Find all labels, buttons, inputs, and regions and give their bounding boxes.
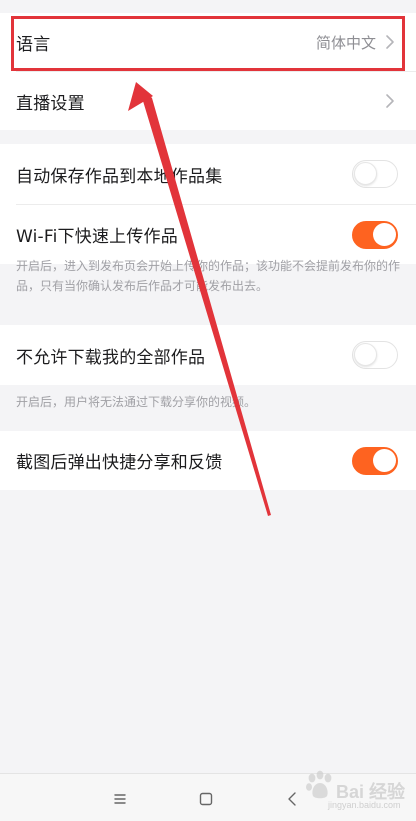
toggle-knob [354,343,377,366]
screenshot-share-row: 截图后弹出快捷分享和反馈 [0,431,416,490]
wifi-upload-hint: 开启后，进入到发布页会开始上传你的作品；该功能不会提前发布你的作品，只有当你确认… [16,259,401,293]
wifi-upload-label: Wi-Fi下快速上传作品 [16,227,178,247]
language-value: 简体中文 [315,33,376,52]
general-settings-group: 语言 简体中文 直播设置 [0,13,416,130]
screenshot-share-label: 截图后弹出快捷分享和反馈 [16,453,223,473]
autosave-toggle[interactable] [352,160,398,188]
autosave-row: 自动保存作品到本地作品集 [0,144,416,204]
chevron-right-icon [382,32,398,52]
autosave-label: 自动保存作品到本地作品集 [16,166,223,187]
chevron-right-icon [382,91,398,111]
screenshot-settings-group: 截图后弹出快捷分享和反馈 [0,431,416,490]
no-download-hint: 开启后，用户将无法通过下载分享你的视频。 [16,395,257,409]
wifi-upload-toggle[interactable] [352,220,398,249]
language-row[interactable]: 语言 简体中文 [0,13,416,71]
no-download-toggle[interactable] [352,341,398,369]
square-home-icon[interactable] [195,788,217,810]
no-download-row: 不允许下载我的全部作品 [0,325,416,385]
toggle-knob [354,162,377,185]
download-settings-group: 不允许下载我的全部作品 [0,325,416,385]
toggle-knob [373,222,396,246]
system-nav-bar [0,773,416,821]
back-chevron-icon[interactable] [282,788,304,810]
language-right: 简体中文 [316,32,398,53]
settings-page: 语言 简体中文 直播设置 自动保存作品到本地作品集 Wi-Fi下快速上传作品 开… [0,0,416,821]
no-download-label: 不允许下载我的全部作品 [16,347,206,368]
live-settings-label: 直播设置 [16,93,85,114]
live-settings-row[interactable]: 直播设置 [0,72,416,130]
screenshot-share-toggle[interactable] [352,446,398,475]
toggle-knob [373,448,396,472]
language-label: 语言 [16,34,51,55]
menu-lines-icon[interactable] [109,788,131,810]
